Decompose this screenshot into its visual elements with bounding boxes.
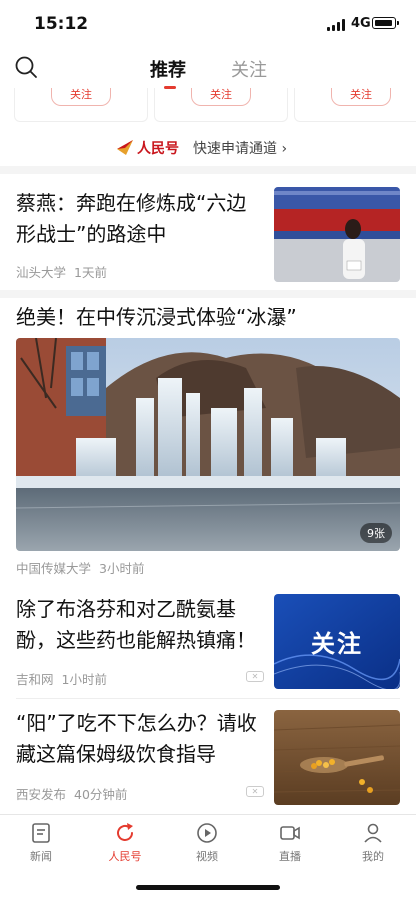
follow-button[interactable]: 关注 — [191, 88, 251, 106]
news-image: 9张 — [16, 338, 400, 551]
news-item[interactable]: “阳”了吃不下怎么办？请收藏这篇保姆级饮食指导 西安发布 40分钟前 ✕ — [0, 700, 416, 812]
news-item[interactable]: 绝美！在中传沉浸式体验“冰瀑” 9张 中国传媒大学 3小时前 — [0, 298, 416, 582]
news-source: 汕头大学 — [16, 265, 67, 280]
bottom-tab-live[interactable]: 直播 — [255, 821, 325, 864]
bottom-tab-label: 人民号 — [108, 850, 142, 863]
bottom-tab-label: 新闻 — [30, 850, 52, 863]
news-title: 绝美！在中传沉浸式体验“冰瀑” — [16, 305, 297, 329]
news-time: 1小时前 — [61, 672, 107, 687]
follow-cards-strip: 关注 关注 关注 — [0, 88, 416, 122]
image-count-badge: 9张 — [360, 523, 392, 543]
bottom-tab-label: 我的 — [362, 850, 384, 863]
rmh-name: 人民号 — [137, 141, 179, 157]
dismiss-icon[interactable]: ✕ — [246, 671, 264, 682]
bottom-tab-rmh[interactable]: 人民号 — [90, 821, 160, 864]
user-icon — [364, 823, 382, 843]
play-icon — [197, 823, 217, 843]
news-thumbnail — [274, 710, 400, 805]
battery-icon — [372, 17, 399, 29]
status-bar: 15:12 4G — [0, 0, 416, 48]
tab-following[interactable]: 关注 — [231, 56, 267, 82]
news-thumbnail: 关注 — [274, 594, 400, 689]
refresh-icon — [117, 823, 133, 841]
follow-card: 关注 — [14, 88, 148, 122]
news-thumbnail — [274, 187, 400, 282]
news-source: 吉和网 — [16, 672, 54, 687]
news-meta: 西安发布 40分钟前 — [16, 784, 135, 803]
news-title: 除了布洛芬和对乙酰氨基酚，这些药也能解热镇痛！ — [16, 597, 256, 652]
section-separator — [0, 166, 416, 174]
follow-card: 关注 — [154, 88, 288, 122]
rmh-apply-bar[interactable]: 人民号 快速申请通道 › — [0, 132, 416, 162]
follow-button[interactable]: 关注 — [331, 88, 391, 106]
divider — [16, 698, 400, 699]
bottom-tab-label: 视频 — [196, 850, 218, 863]
news-source: 中国传媒大学 — [16, 561, 92, 576]
news-title: 蔡燕：奔跑在修炼成“六边形战士”的路途中 — [16, 191, 247, 246]
thumbnail-caption: 关注 — [311, 630, 363, 658]
bottom-tab-me[interactable]: 我的 — [338, 821, 408, 864]
news-time: 40分钟前 — [74, 787, 128, 802]
dismiss-icon[interactable]: ✕ — [246, 786, 264, 797]
rmh-logo-icon — [117, 140, 133, 155]
network-type: 4G — [351, 16, 371, 31]
signal-icon — [327, 19, 347, 31]
home-indicator[interactable] — [136, 885, 280, 890]
bottom-tab-bar: 新闻 人民号 视频 直播 我的 — [0, 814, 416, 874]
bottom-tab-video[interactable]: 视频 — [172, 821, 242, 864]
follow-card: 关注 — [294, 88, 416, 122]
top-nav: 推荐 关注 — [0, 48, 416, 90]
news-item[interactable]: 蔡燕：奔跑在修炼成“六边形战士”的路途中 汕头大学 1天前 — [0, 174, 416, 290]
section-separator — [0, 290, 416, 298]
rmh-apply-link[interactable]: 快速申请通道 › — [193, 138, 287, 158]
follow-button[interactable]: 关注 — [51, 88, 111, 106]
news-time: 1天前 — [74, 265, 107, 280]
bottom-tab-news[interactable]: 新闻 — [6, 821, 76, 864]
news-meta: 吉和网 1小时前 — [16, 669, 115, 688]
search-icon[interactable] — [14, 55, 38, 79]
camera-icon — [280, 826, 300, 840]
status-time: 15:12 — [34, 14, 89, 34]
news-item[interactable]: 除了布洛芬和对乙酰氨基酚，这些药也能解热镇痛！ 吉和网 1小时前 ✕ 关注 — [0, 582, 416, 698]
news-meta: 中国传媒大学 3小时前 — [16, 558, 152, 577]
bottom-tab-label: 直播 — [279, 850, 301, 863]
news-meta: 汕头大学 1天前 — [16, 262, 115, 281]
news-title: “阳”了吃不下怎么办？请收藏这篇保姆级饮食指导 — [16, 711, 257, 766]
news-icon — [32, 823, 50, 843]
tab-recommend[interactable]: 推荐 — [150, 56, 186, 82]
news-source: 西安发布 — [16, 787, 67, 802]
news-time: 3小时前 — [99, 561, 145, 576]
